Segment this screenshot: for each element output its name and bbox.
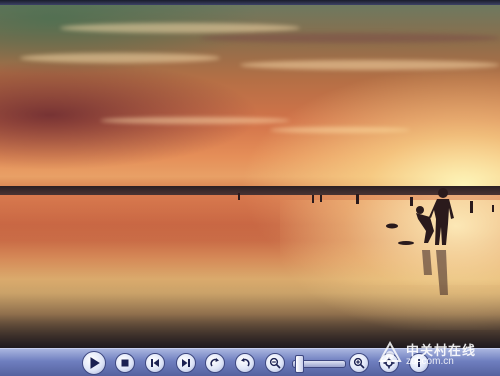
stop-button[interactable] [115,353,135,373]
zol-logo [378,340,402,362]
watermark-url: zol.com.cn [406,356,454,367]
next-icon [182,359,190,367]
rotate-counterclockwise-icon [241,358,250,367]
photo-viewer: 中关村在线 zol.com.cn [0,0,500,376]
zoom-out-button[interactable] [265,353,285,373]
previous-icon [151,359,159,367]
people-silhouettes [238,188,494,295]
site-watermark: 中关村在线 zol.com.cn [372,333,500,375]
next-button[interactable] [176,353,196,373]
play-icon [90,357,100,369]
play-button[interactable] [82,351,106,375]
rotate-clockwise-icon [210,358,219,367]
rotate-right-button[interactable] [205,353,225,373]
previous-button[interactable] [145,353,165,373]
rotate-left-button[interactable] [235,353,255,373]
zoom-out-icon [269,357,281,369]
zoom-in-icon [353,357,365,369]
photo-canvas[interactable] [0,5,500,348]
zoom-slider-thumb[interactable] [295,355,304,373]
stop-icon [121,359,129,367]
zoom-in-button[interactable] [349,353,369,373]
zoom-slider[interactable] [292,355,346,373]
